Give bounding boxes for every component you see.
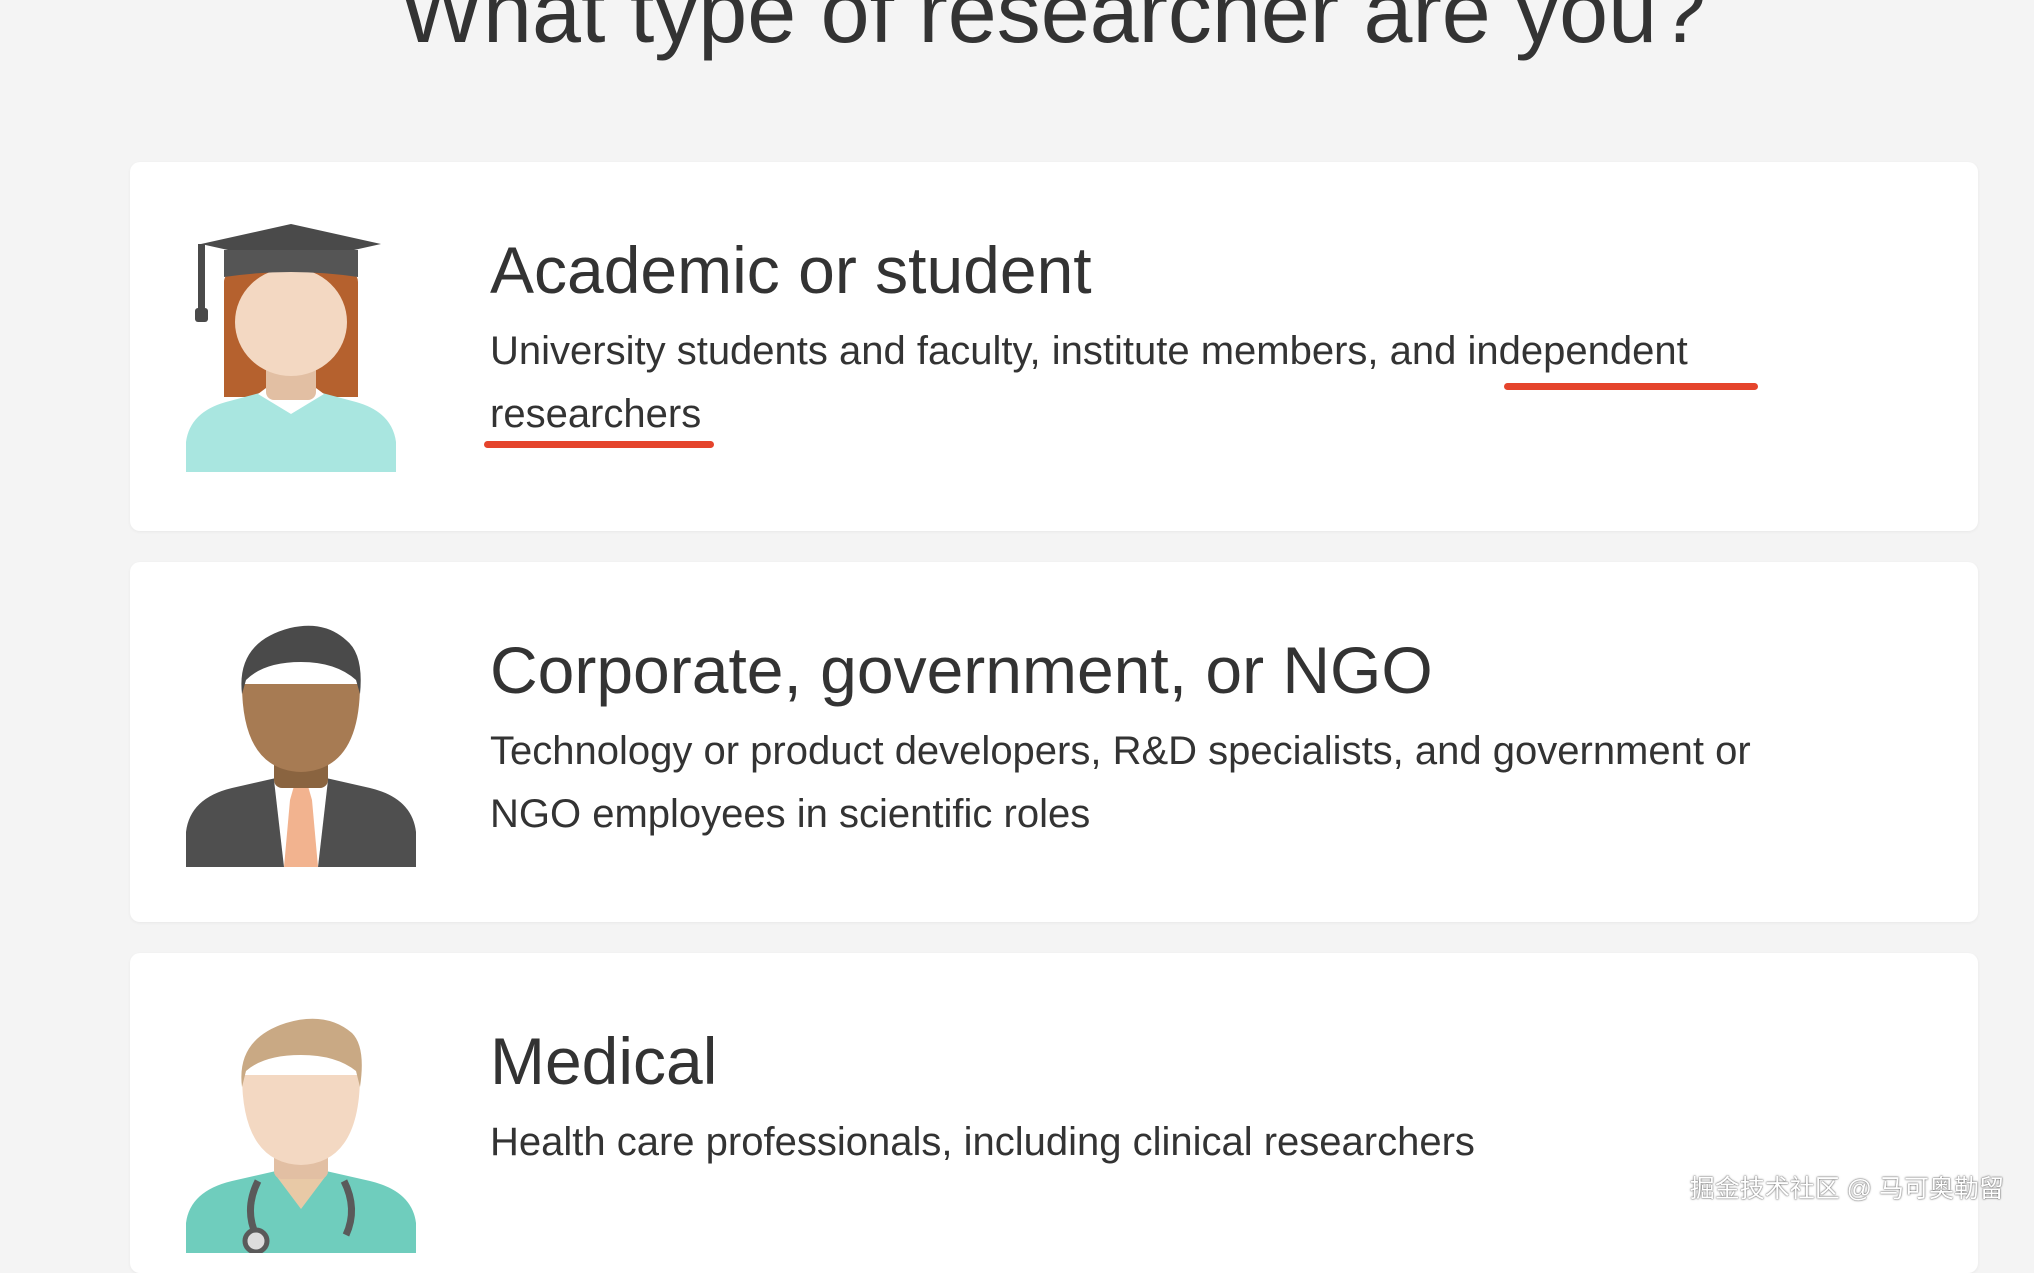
doctor-icon xyxy=(186,1013,416,1258)
option-card-academic[interactable]: Academic or student University students … xyxy=(130,162,1978,531)
option-card-medical[interactable]: Medical Health care professionals, inclu… xyxy=(130,953,1978,1273)
annotation-underline xyxy=(484,441,714,448)
page-title: What type of researcher are you? xyxy=(400,0,1706,61)
businessman-icon xyxy=(186,622,416,872)
watermark: 掘金技术社区 @ 马可奥勒留 xyxy=(1689,1175,2004,1203)
graduate-woman-icon xyxy=(186,222,396,482)
option-description: Health care professionals, including cli… xyxy=(490,1120,1475,1164)
option-description: Technology or product developers, R&D sp… xyxy=(490,729,1751,836)
option-title: Academic or student xyxy=(490,233,1092,307)
annotation-underline xyxy=(1504,383,1758,390)
option-title: Medical xyxy=(490,1024,718,1098)
option-title: Corporate, government, or NGO xyxy=(490,633,1433,707)
option-card-corporate[interactable]: Corporate, government, or NGO Technology… xyxy=(130,562,1978,922)
